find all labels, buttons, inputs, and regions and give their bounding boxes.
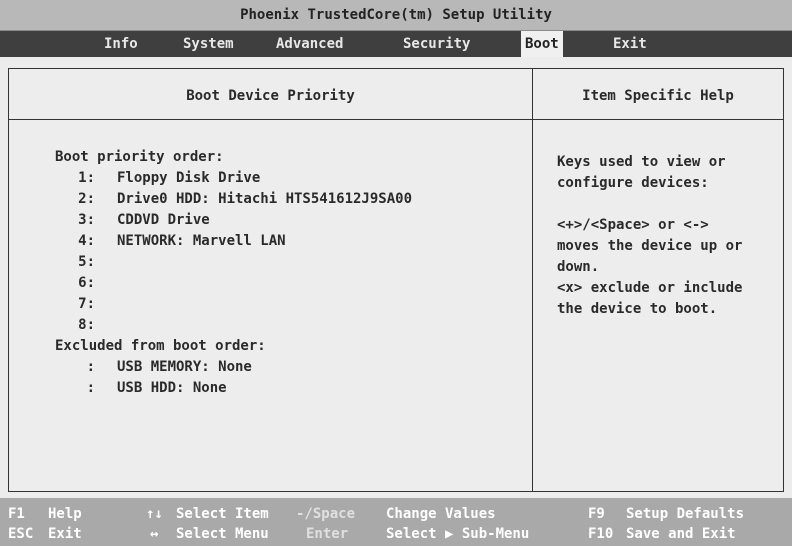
- boot-order-item[interactable]: 3: CDDVD Drive: [55, 212, 210, 228]
- f9-key[interactable]: F9: [588, 506, 605, 522]
- up-down-arrows-icon: ↑↓: [146, 506, 163, 522]
- tab-security[interactable]: Security: [403, 31, 470, 57]
- change-values-label: Change Values: [386, 506, 496, 522]
- menu-bar: Info System Advanced Security Boot Exit: [0, 31, 792, 57]
- tab-system[interactable]: System: [183, 31, 234, 57]
- f1-key[interactable]: F1: [8, 506, 25, 522]
- select-menu-label: Select Menu: [176, 526, 269, 542]
- boot-device-priority-header: Boot Device Priority: [186, 88, 355, 104]
- help-text-line: the device to boot.: [557, 301, 718, 317]
- panel-divider-horizontal: [9, 119, 783, 120]
- help-text-line: configure devices:: [557, 175, 709, 191]
- select-sub-menu-label: Select ▶ Sub-Menu: [386, 526, 530, 542]
- help-text-line: <x> exclude or include: [557, 280, 743, 296]
- excluded-item[interactable]: : USB MEMORY: None: [55, 359, 252, 375]
- select-item-label: Select Item: [176, 506, 269, 522]
- f10-key[interactable]: F10: [588, 526, 613, 542]
- help-text-line: moves the device up or: [557, 238, 743, 254]
- excluded-label: Excluded from boot order:: [55, 338, 266, 354]
- boot-order-item[interactable]: 5:: [55, 254, 117, 270]
- boot-order-item[interactable]: 6:: [55, 275, 117, 291]
- panel-divider-vertical: [532, 69, 533, 491]
- help-text-line: down.: [557, 259, 600, 275]
- tab-exit[interactable]: Exit: [613, 31, 647, 57]
- f1-label: Help: [48, 506, 82, 522]
- tab-info[interactable]: Info: [104, 31, 138, 57]
- tab-boot[interactable]: Boot: [521, 31, 563, 57]
- help-text-line: Keys used to view or: [557, 154, 726, 170]
- esc-key[interactable]: ESC: [8, 526, 33, 542]
- status-bar: F1 Help ↑↓ Select Item -/Space Change Va…: [0, 498, 792, 546]
- excluded-item[interactable]: : USB HDD: None: [55, 380, 227, 396]
- tab-advanced[interactable]: Advanced: [276, 31, 343, 57]
- boot-order-item[interactable]: 2: Drive0 HDD: Hitachi HTS541612J9SA00: [55, 191, 412, 207]
- help-text-line: <+>/<Space> or <->: [557, 217, 709, 233]
- app-title: Phoenix TrustedCore(tm) Setup Utility: [0, 0, 792, 31]
- boot-panel: Boot Device Priority Item Specific Help …: [8, 68, 784, 492]
- left-right-arrows-icon: ↔: [150, 526, 159, 542]
- boot-priority-label: Boot priority order:: [55, 149, 224, 165]
- boot-order-item[interactable]: 1: Floppy Disk Drive: [55, 170, 260, 186]
- save-and-exit-label: Save and Exit: [626, 526, 736, 542]
- minus-space-key[interactable]: -/Space: [296, 506, 355, 522]
- setup-defaults-label: Setup Defaults: [626, 506, 745, 522]
- boot-order-item[interactable]: 4: NETWORK: Marvell LAN: [55, 233, 285, 249]
- boot-order-item[interactable]: 7:: [55, 296, 117, 312]
- boot-order-item[interactable]: 8:: [55, 317, 117, 333]
- item-specific-help-header: Item Specific Help: [582, 88, 734, 104]
- enter-key[interactable]: Enter: [306, 526, 348, 542]
- esc-exit-label: Exit: [48, 526, 82, 542]
